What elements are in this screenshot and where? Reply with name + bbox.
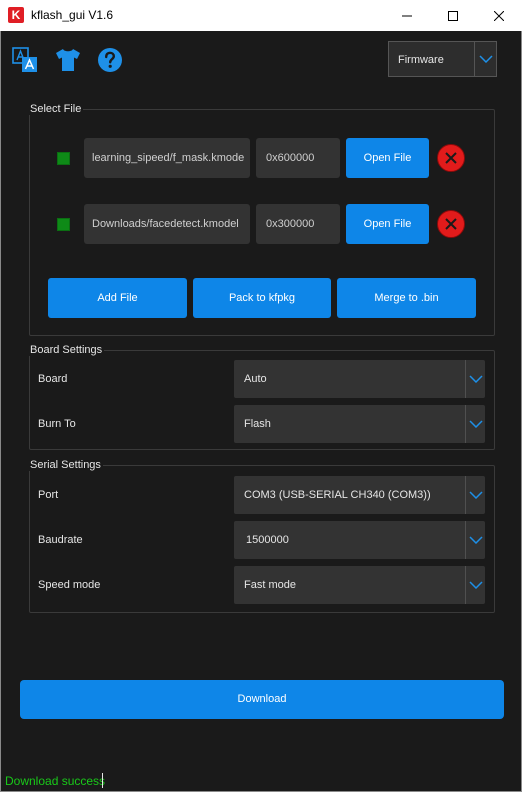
speed-mode-label: Speed mode: [38, 579, 101, 591]
board-select-value: Auto: [244, 373, 267, 385]
window-title: kflash_gui V1.6: [31, 8, 114, 22]
file-address-input[interactable]: 0x300000: [256, 204, 340, 244]
open-file-button[interactable]: Open File: [346, 138, 429, 178]
chevron-down-icon: [465, 476, 485, 514]
select-file-title: Select File: [28, 103, 84, 115]
baudrate-label: Baudrate: [38, 534, 83, 546]
delete-icon: [445, 218, 457, 230]
text-cursor: [102, 773, 103, 788]
translate-icon: [12, 47, 37, 72]
chevron-down-icon: [465, 566, 485, 604]
file-status-indicator[interactable]: [57, 152, 70, 165]
download-button[interactable]: Download: [20, 680, 504, 719]
minimize-icon: [402, 15, 412, 16]
delete-icon: [445, 152, 457, 164]
burn-to-select[interactable]: Flash: [234, 405, 485, 443]
app-logo-icon: K: [8, 7, 24, 23]
chevron-down-icon: [474, 42, 496, 76]
minimize-button[interactable]: [384, 0, 430, 31]
maximize-button[interactable]: [430, 0, 476, 31]
remove-file-button[interactable]: [437, 210, 465, 238]
baudrate-select-value: 1500000: [246, 534, 289, 546]
port-select[interactable]: COM3 (USB-SERIAL CH340 (COM3)): [234, 476, 485, 514]
firmware-select-value: Firmware: [398, 54, 444, 66]
status-bar: Download success: [1, 771, 521, 791]
close-icon: [494, 10, 504, 21]
tshirt-icon: [56, 49, 80, 71]
serial-settings-title: Serial Settings: [28, 459, 103, 471]
chevron-down-icon: [465, 405, 485, 443]
firmware-select[interactable]: Firmware: [388, 41, 497, 77]
file-path-input[interactable]: Downloads/facedetect.kmodel: [84, 204, 250, 244]
board-select[interactable]: Auto: [234, 360, 485, 398]
help-icon: [98, 48, 122, 72]
language-button[interactable]: [11, 46, 39, 74]
speed-mode-select-value: Fast mode: [244, 579, 296, 591]
board-label: Board: [38, 373, 68, 385]
burn-to-label: Burn To: [38, 418, 76, 430]
file-status-indicator[interactable]: [57, 218, 70, 231]
merge-bin-button[interactable]: Merge to .bin: [337, 278, 476, 318]
chevron-down-icon: [465, 360, 485, 398]
close-button[interactable]: [476, 0, 522, 31]
chevron-down-icon: [465, 521, 485, 559]
burn-to-select-value: Flash: [244, 418, 271, 430]
main-panel: Firmware Select File learning_sipeed/f_m…: [0, 31, 522, 792]
status-message: Download success: [5, 774, 106, 788]
skin-button[interactable]: [54, 46, 82, 74]
help-button[interactable]: [96, 46, 124, 74]
baudrate-select[interactable]: 1500000: [234, 521, 485, 559]
port-label: Port: [38, 489, 59, 501]
file-path-input[interactable]: learning_sipeed/f_mask.kmode: [84, 138, 250, 178]
speed-mode-select[interactable]: Fast mode: [234, 566, 485, 604]
open-file-button[interactable]: Open File: [346, 204, 429, 244]
title-bar: K kflash_gui V1.6: [0, 0, 522, 31]
add-file-button[interactable]: Add File: [48, 278, 187, 318]
port-select-value: COM3 (USB-SERIAL CH340 (COM3)): [244, 489, 431, 501]
file-address-input[interactable]: 0x600000: [256, 138, 340, 178]
maximize-icon: [448, 10, 458, 21]
pack-kfpkg-button[interactable]: Pack to kfpkg: [193, 278, 331, 318]
remove-file-button[interactable]: [437, 144, 465, 172]
board-settings-title: Board Settings: [28, 344, 105, 356]
